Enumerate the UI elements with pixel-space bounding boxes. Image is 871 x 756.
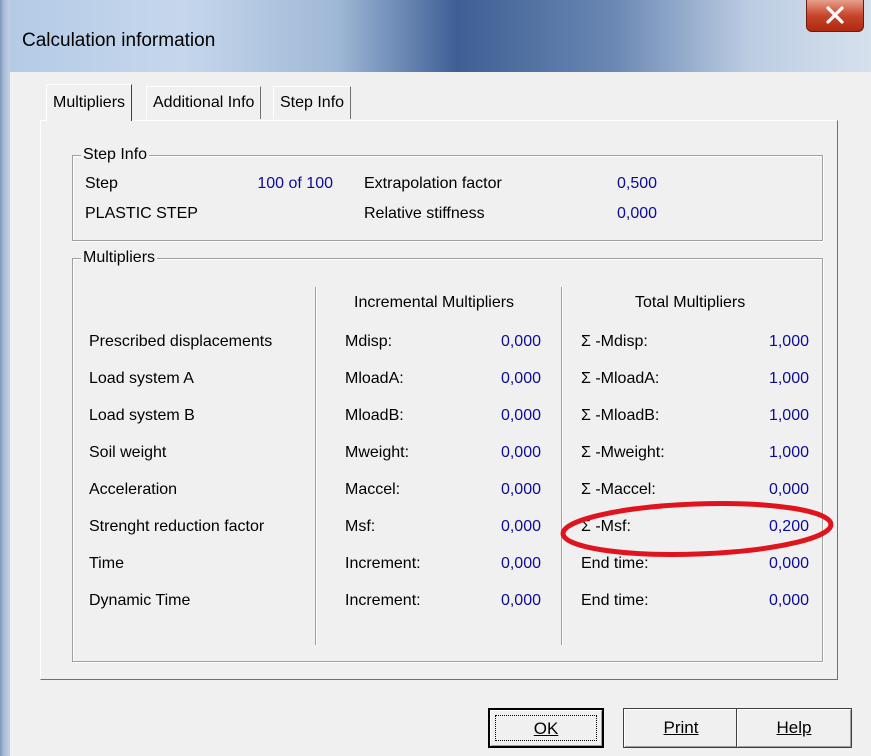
total-label: Σ -MloadA: bbox=[581, 370, 660, 387]
close-button[interactable] bbox=[806, 0, 864, 32]
extrapolation-factor-label: Extrapolation factor bbox=[364, 175, 502, 192]
row-label-time: Time bbox=[89, 555, 124, 572]
incremental-value: 0,000 bbox=[500, 370, 541, 387]
tab-step-info[interactable]: Step Info bbox=[273, 86, 352, 119]
title-bar[interactable]: Calculation information bbox=[10, 0, 871, 72]
incremental-value: 0,000 bbox=[500, 555, 541, 572]
row-label-strenght-reduction-factor: Strenght reduction factor bbox=[89, 518, 265, 535]
total-value: 0,000 bbox=[768, 481, 809, 498]
help-button[interactable]: Help bbox=[736, 708, 852, 748]
total-label: Σ -Mweight: bbox=[581, 444, 665, 461]
incremental-label: Msf: bbox=[345, 518, 376, 535]
incremental-value: 0,000 bbox=[500, 333, 541, 350]
total-value: 1,000 bbox=[768, 444, 809, 461]
phase-label: PLASTIC STEP bbox=[85, 205, 198, 222]
focus-rectangle bbox=[495, 715, 597, 741]
row-label-load-system-a: Load system A bbox=[89, 370, 194, 387]
row-label-dynamic-time: Dynamic Time bbox=[89, 592, 191, 609]
print-button-label: Print bbox=[663, 718, 699, 737]
total-label: Σ -MloadB: bbox=[581, 407, 660, 424]
row-label-load-system-b: Load system B bbox=[89, 407, 195, 424]
incremental-value: 0,000 bbox=[500, 407, 541, 424]
step-value: 100 of 100 bbox=[257, 175, 333, 192]
total-label: End time: bbox=[581, 592, 649, 609]
multipliers-group-label: Multipliers bbox=[81, 249, 158, 267]
total-value: 1,000 bbox=[768, 370, 809, 387]
incremental-label: MloadA: bbox=[345, 370, 404, 387]
incremental-label: Maccel: bbox=[345, 481, 401, 498]
row-label-acceleration: Acceleration bbox=[89, 481, 178, 498]
tab-multipliers[interactable]: Multipliers bbox=[46, 84, 133, 121]
total-value: 1,000 bbox=[768, 333, 809, 350]
relative-stiffness-value: 0,000 bbox=[617, 205, 658, 222]
ok-button[interactable]: OK bbox=[488, 708, 604, 748]
incremental-value: 0,000 bbox=[500, 518, 541, 535]
incremental-label: MloadB: bbox=[345, 407, 404, 424]
column-divider bbox=[561, 287, 563, 645]
relative-stiffness-label: Relative stiffness bbox=[364, 205, 485, 222]
total-value: 0,000 bbox=[768, 592, 809, 609]
window-title: Calculation information bbox=[22, 30, 216, 51]
incremental-label: Increment: bbox=[345, 555, 421, 572]
column-divider bbox=[315, 287, 317, 645]
help-button-label: Help bbox=[776, 718, 812, 737]
print-button[interactable]: Print bbox=[623, 708, 739, 748]
incremental-label: Mdisp: bbox=[345, 333, 393, 350]
multipliers-group: Multipliers Incremental Multipliers Tota… bbox=[72, 249, 823, 662]
incremental-label: Mweight: bbox=[345, 444, 410, 461]
extrapolation-factor-value: 0,500 bbox=[617, 175, 658, 192]
incremental-value: 0,000 bbox=[500, 481, 541, 498]
incremental-multipliers-header: Incremental Multipliers bbox=[354, 294, 515, 311]
total-label: Σ -Mdisp: bbox=[581, 333, 648, 350]
total-value: 1,000 bbox=[768, 407, 809, 424]
total-multipliers-header: Total Multipliers bbox=[635, 294, 746, 311]
step-label: Step bbox=[85, 175, 118, 192]
tab-additional-info[interactable]: Additional Info bbox=[146, 86, 262, 119]
step-info-group: Step Info Step 100 of 100 PLASTIC STEP E… bbox=[72, 146, 823, 241]
row-label-soil-weight: Soil weight bbox=[89, 444, 167, 461]
incremental-value: 0,000 bbox=[500, 592, 541, 609]
red-highlight-ellipse bbox=[560, 501, 834, 557]
incremental-value: 0,000 bbox=[500, 444, 541, 461]
dialog-client-area: Multipliers Additional Info Step Info St… bbox=[10, 72, 871, 756]
row-label-prescribed-displacements: Prescribed displacements bbox=[89, 333, 273, 350]
multipliers-tab-panel: Step Info Step 100 of 100 PLASTIC STEP E… bbox=[40, 120, 838, 680]
total-label: Σ -Maccel: bbox=[581, 481, 656, 498]
incremental-label: Increment: bbox=[345, 592, 421, 609]
close-icon bbox=[826, 6, 844, 24]
background-window-edge bbox=[0, 0, 10, 756]
step-info-group-label: Step Info bbox=[81, 146, 150, 164]
calculation-information-dialog: Calculation information Multipliers Addi… bbox=[10, 0, 871, 756]
